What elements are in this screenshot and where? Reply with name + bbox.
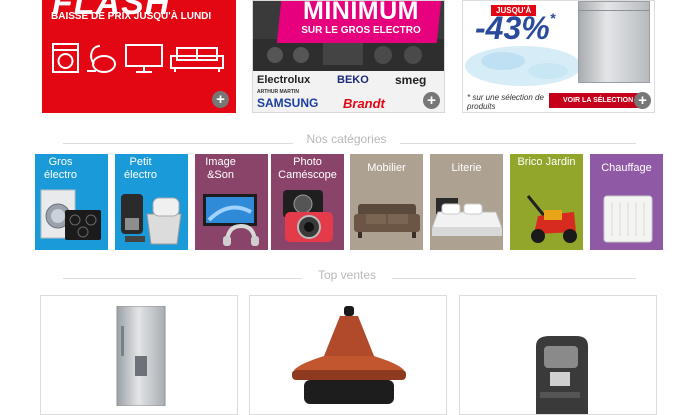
brand-beko: BEKO [337, 74, 369, 86]
product-card-espresso[interactable] [459, 295, 657, 415]
minimum-title: MINIMUM [303, 0, 419, 25]
washing-machine-photo [40, 189, 101, 240]
section-divider [392, 278, 636, 279]
category-mobilier[interactable]: Mobilier [350, 154, 423, 250]
minimum-price-banner[interactable]: MINIMUM SUR LE GROS ELECTRO Electrolux B… [252, 0, 445, 113]
category-brico-jardin[interactable]: Brico Jardin [510, 154, 583, 250]
section-divider [63, 143, 293, 144]
tv-headphones-photo [203, 194, 259, 246]
fridge-freezer-photo [116, 306, 166, 406]
more-icon[interactable]: + [423, 92, 440, 109]
bed-photo [432, 198, 502, 236]
categories-title: Nos catégories [306, 132, 387, 146]
dishwasher-photo [578, 1, 650, 83]
category-chauffage[interactable]: Chauffage [590, 154, 663, 250]
category-label: Mobilier [367, 162, 406, 174]
promo-note: * sur une sélection de produits [467, 93, 544, 111]
promo-discount: -43%* [475, 10, 556, 46]
category-photo-camescope[interactable]: Photo Caméscope [271, 154, 344, 250]
minimum-subtitle: SUR LE GROS ELECTRO [301, 25, 421, 36]
sofa-icon [170, 47, 224, 72]
tv-icon [125, 44, 163, 73]
category-label: Literie [451, 162, 482, 174]
sofa-photo [354, 204, 420, 238]
product-card-tajine[interactable] [249, 295, 447, 415]
more-icon[interactable]: + [634, 92, 651, 109]
washing-machine-icon [52, 43, 79, 73]
vacuum-icon [87, 45, 116, 73]
brand-brandt: Brandt [343, 96, 385, 111]
brand-smeg: smeg [395, 73, 427, 87]
brand-electrolux: Electrolux [257, 74, 311, 86]
category-gros-electro[interactable]: Gros électro [35, 154, 108, 250]
more-icon[interactable]: + [212, 91, 229, 108]
lawnmower-photo [526, 195, 577, 243]
product-card-fridge[interactable] [40, 295, 238, 415]
category-label: Chauffage [601, 162, 652, 174]
water-splash-image [465, 46, 581, 86]
flash-subtitle: BAISSE DE PRIX JUSQU'À LUNDI [51, 11, 212, 22]
flash-sale-banner[interactable]: FLASH BAISSE DE PRIX JUSQU'À LUNDI + [42, 0, 236, 113]
radiator-photo [603, 195, 653, 243]
category-image-son[interactable]: Image &Son [195, 154, 268, 250]
category-petit-electro[interactable]: Petit électro [115, 154, 188, 250]
category-label: Image &Son [205, 156, 236, 181]
category-literie[interactable]: Literie [430, 154, 503, 250]
category-label: Petit électro [124, 156, 158, 181]
section-divider [63, 278, 302, 279]
espresso-machine-photo [536, 336, 588, 414]
camera-photo [283, 190, 333, 242]
tajine-cooker-photo [292, 306, 406, 404]
promo-banner[interactable]: JUSQU'À -43%* * sur une sélection de pro… [462, 0, 655, 113]
category-label: Brico Jardin [517, 156, 576, 168]
brand-arthur-martin: ARTHUR MARTIN [257, 89, 299, 95]
brand-samsung: SAMSUNG [257, 96, 319, 110]
category-label: Gros électro [44, 156, 78, 181]
top-sales-title: Top ventes [317, 268, 377, 282]
category-label: Photo Caméscope [278, 156, 337, 181]
see-selection-button[interactable]: VOIR LA SÉLECTION [549, 93, 639, 108]
section-divider [400, 143, 636, 144]
coffee-machine-photo [121, 194, 182, 245]
